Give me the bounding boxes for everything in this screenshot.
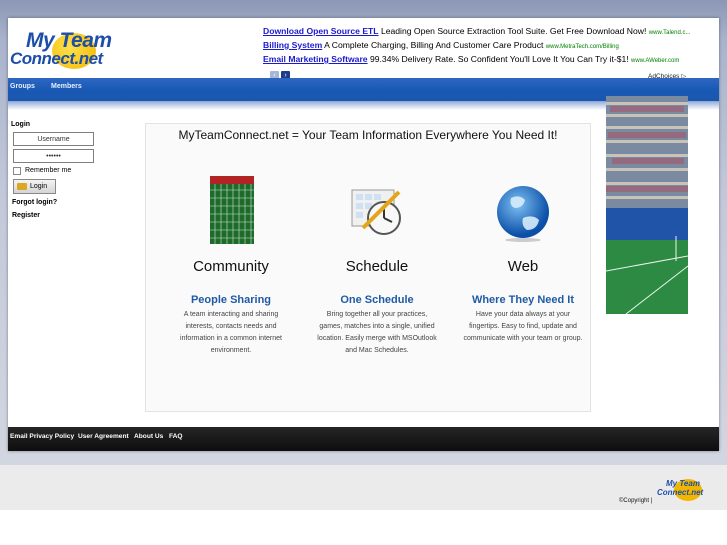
ad-description: Leading Open Source Extraction Tool Suit…	[380, 26, 647, 36]
footer-logo[interactable]: My Team Connect.net	[656, 478, 716, 503]
forgot-login-link[interactable]: Forgot login?	[12, 199, 57, 206]
site-footer: Email Privacy Policy User Agreement Abou…	[8, 427, 719, 451]
feature-title: Schedule	[345, 258, 409, 275]
content-panel: MyTeamConnect.net = Your Team Informatio…	[145, 123, 591, 412]
logo-text-line2: Connect.net	[10, 49, 103, 68]
register-link[interactable]: Register	[12, 212, 40, 219]
page-headline: MyTeamConnect.net = Your Team Informatio…	[178, 128, 558, 142]
ad-item: Download Open Source ETL Leading Open So…	[263, 26, 690, 36]
login-button-label: Login	[30, 183, 48, 190]
site-logo[interactable]: My Team Connect.net	[10, 26, 120, 76]
feature-web: Web Where They Need It Have your data al…	[463, 176, 583, 342]
ad-block: Download Open Source ETL Leading Open So…	[263, 23, 713, 83]
feature-subtitle: Where They Need It	[471, 294, 575, 306]
clock-calendar-icon	[347, 176, 407, 246]
feature-description: Have your data always at your fingertips…	[463, 311, 583, 342]
footer-link-about[interactable]: About Us	[134, 433, 163, 440]
remember-me-checkbox[interactable]	[13, 167, 21, 175]
footer-link-faq[interactable]: FAQ	[169, 433, 183, 440]
copyright-text: ©Copyright |	[619, 498, 653, 504]
tennis-stadium-image	[606, 96, 688, 314]
page-bottom-band	[0, 465, 727, 510]
feature-title: Community	[193, 258, 269, 275]
footer-link-user-agreement[interactable]: User Agreement	[78, 433, 129, 440]
username-input[interactable]	[13, 132, 94, 146]
ad-description: 99.34% Delivery Rate. So Confident You'l…	[369, 54, 629, 64]
ad-description: A Complete Charging, Billing And Custome…	[324, 40, 544, 50]
ad-url[interactable]: www.MetraTech.com/Billing	[546, 44, 619, 50]
feature-subtitle: One Schedule	[340, 294, 414, 306]
ad-title-link[interactable]: Download Open Source ETL	[263, 26, 379, 36]
key-icon	[17, 183, 27, 190]
ad-title-link[interactable]: Billing System	[263, 40, 322, 50]
ad-url[interactable]: www.Talend.c...	[649, 30, 691, 36]
footer-link-privacy[interactable]: Email Privacy Policy	[10, 433, 74, 440]
footer-logo-line1: My Team	[666, 479, 700, 488]
ad-item: Email Marketing Software 99.34% Delivery…	[263, 54, 679, 64]
login-title: Login	[11, 121, 31, 128]
feature-title: Web	[507, 258, 539, 275]
feature-schedule: Schedule One Schedule Bring together all…	[317, 176, 437, 354]
feature-subtitle: People Sharing	[190, 294, 272, 306]
tennis-court-icon	[201, 176, 261, 246]
login-button[interactable]: Login	[13, 179, 56, 194]
globe-icon	[493, 176, 553, 246]
password-input[interactable]	[13, 149, 94, 163]
ad-title-link[interactable]: Email Marketing Software	[263, 54, 368, 64]
ad-url[interactable]: www.AWeber.com	[631, 58, 679, 64]
feature-community: Community People Sharing A team interact…	[171, 176, 291, 354]
remember-me-label: Remember me	[25, 167, 72, 174]
feature-description: Bring together all your practices, games…	[317, 311, 437, 354]
footer-logo-line2: Connect.net	[657, 488, 704, 497]
nav-item-members[interactable]: Members	[51, 83, 82, 90]
nav-item-groups[interactable]: Groups	[10, 83, 35, 90]
ad-item: Billing System A Complete Charging, Bill…	[263, 40, 619, 50]
feature-description: A team interacting and sharing interests…	[180, 311, 282, 354]
